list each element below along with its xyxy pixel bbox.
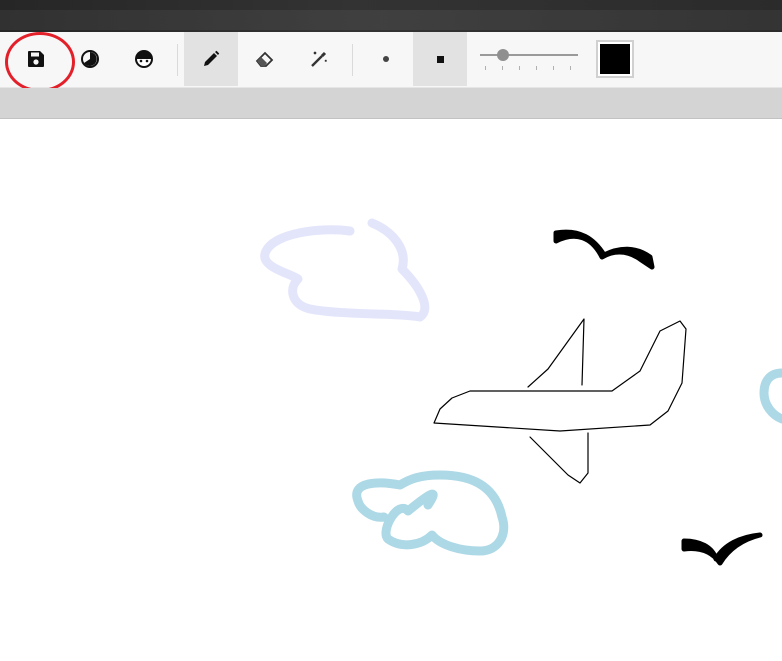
- slider-tick: [536, 66, 537, 70]
- toolbar-separator: [177, 44, 178, 76]
- window-top-bar: [0, 0, 782, 32]
- slider-thumb[interactable]: [497, 49, 509, 61]
- floppy-disk-icon: [28, 51, 44, 67]
- partial-cloud: [759, 368, 782, 424]
- current-color-fill: [600, 44, 630, 74]
- slider-tick: [553, 66, 554, 70]
- eraser-tool-button[interactable]: [238, 32, 292, 86]
- secondary-toolbar: [0, 88, 782, 119]
- smiley-face-icon: [135, 50, 153, 68]
- slider-tick: [502, 66, 503, 70]
- square-brush-button[interactable]: [413, 32, 467, 86]
- square-dot-icon: [436, 55, 444, 63]
- toolbar: [0, 32, 782, 88]
- canvas-drawing-layer: [260, 218, 782, 566]
- color-picker-button[interactable]: [596, 40, 634, 78]
- lavender-cloud: [260, 218, 430, 322]
- toolbar-separator: [352, 44, 353, 76]
- magic-wand-icon: [311, 51, 327, 67]
- round-dot-icon: [383, 56, 389, 62]
- pencil-icon: [204, 50, 220, 66]
- save-button[interactable]: [9, 32, 63, 86]
- bird-2: [681, 532, 763, 566]
- drawing-canvas[interactable]: [0, 119, 782, 656]
- slider-track: [480, 54, 578, 56]
- airplane: [433, 318, 687, 484]
- magic-wand-button[interactable]: [292, 32, 346, 86]
- light-blue-cloud: [352, 470, 509, 556]
- bird-1: [553, 229, 655, 270]
- history-button[interactable]: [63, 32, 117, 86]
- emoji-button[interactable]: [117, 32, 171, 86]
- slider-tick: [519, 66, 520, 70]
- round-brush-button[interactable]: [359, 32, 413, 86]
- slider-tick: [485, 66, 486, 70]
- title-strip: [0, 10, 782, 30]
- brush-size-slider[interactable]: [478, 45, 580, 73]
- timer-icon: [81, 50, 99, 68]
- eraser-icon: [255, 51, 274, 67]
- pen-tool-button[interactable]: [184, 32, 238, 86]
- slider-tick: [570, 66, 571, 70]
